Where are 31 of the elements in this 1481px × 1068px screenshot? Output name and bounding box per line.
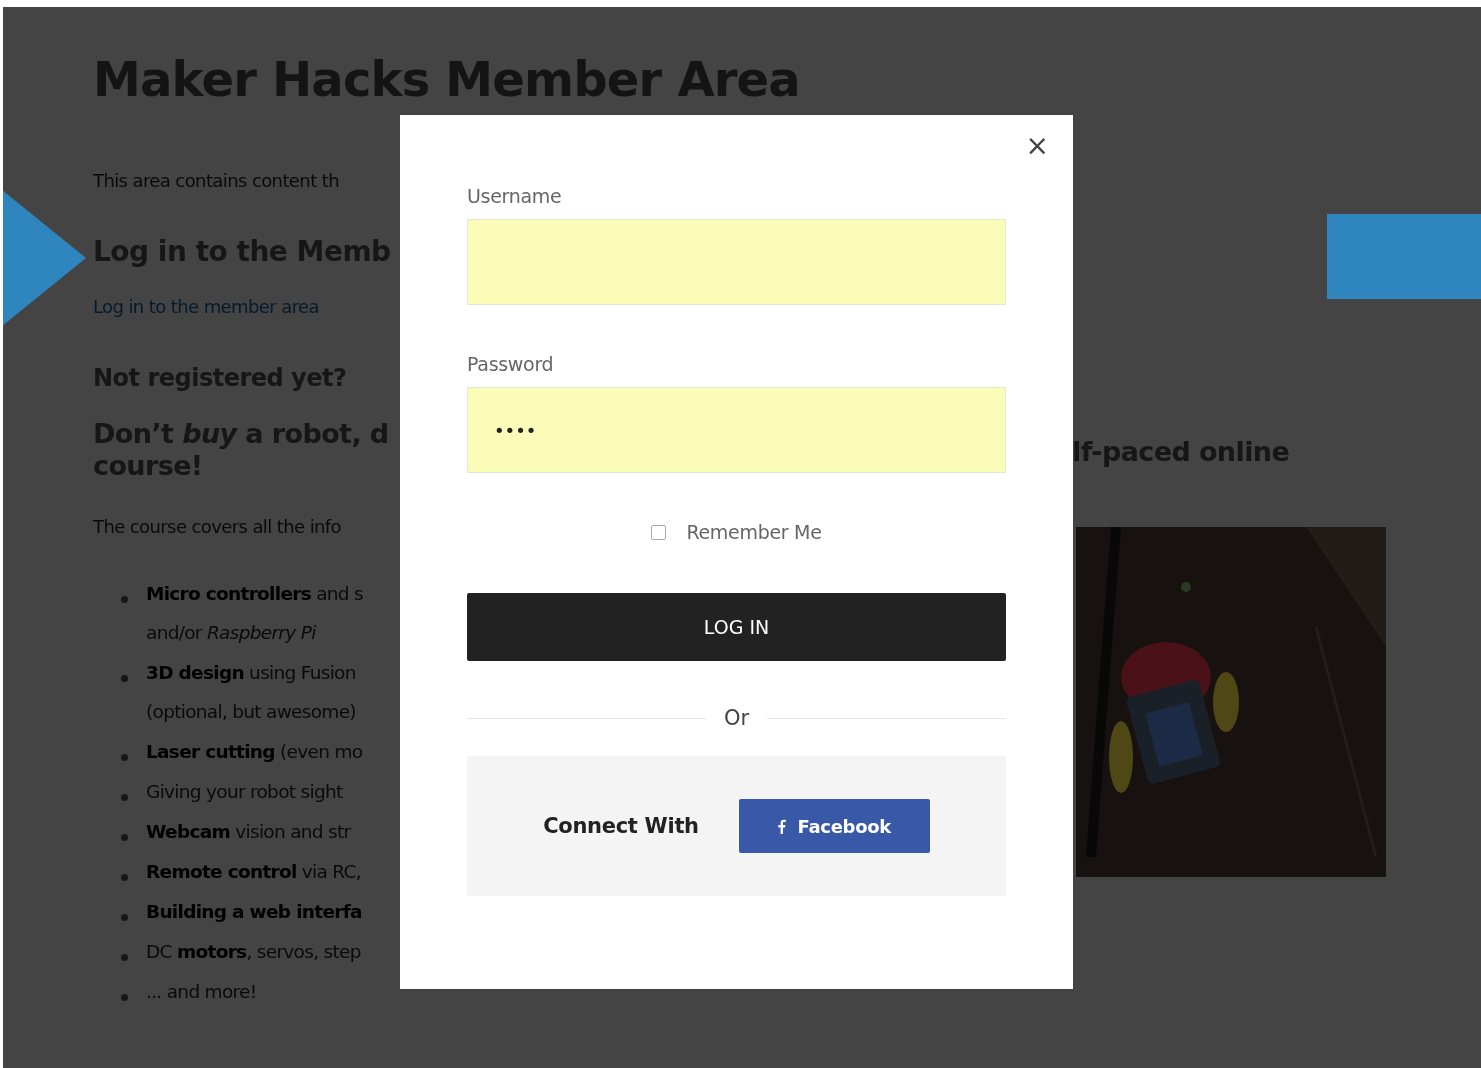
feature-item: 3D design using Fusion (optional, but awesome) xyxy=(146,661,356,724)
close-button[interactable]: × xyxy=(1019,129,1055,163)
login-button[interactable]: LOG IN xyxy=(467,593,1006,661)
intro-text: This area contains content th xyxy=(93,170,339,191)
field-label: Password xyxy=(467,353,554,375)
feature-item: Building a web interfa xyxy=(146,900,362,924)
checkbox[interactable] xyxy=(651,524,667,540)
course-text: The course covers all the info xyxy=(93,516,341,537)
feature-item: DC motors, servos, step xyxy=(146,940,361,964)
facebook-button[interactable]: Facebook xyxy=(738,799,930,853)
password-field[interactable]: •••• xyxy=(467,387,1006,473)
connect-label: Connect With xyxy=(543,814,699,838)
facebook-icon xyxy=(777,818,786,834)
bullet-icon xyxy=(121,675,128,682)
bullet-icon xyxy=(121,954,128,961)
bullet-icon xyxy=(121,794,128,801)
bullet-icon xyxy=(121,754,128,761)
feature-item: ... and more! xyxy=(146,980,257,1004)
field-label: Username xyxy=(467,185,562,207)
feature-item: Giving your robot sight xyxy=(146,780,343,804)
checkbox-label: Remember Me xyxy=(686,521,822,543)
bullet-icon xyxy=(121,994,128,1001)
bullet-icon xyxy=(121,596,128,603)
feature-item: Laser cutting (even mo xyxy=(146,740,363,764)
bullet-icon xyxy=(121,874,128,881)
bullet-icon xyxy=(121,834,128,841)
divider-label: Or xyxy=(723,706,750,730)
feature-item: Remote control via RC, xyxy=(146,860,361,884)
bullet-icon xyxy=(121,914,128,921)
username-field[interactable] xyxy=(467,219,1006,305)
feature-item: Webcam vision and str xyxy=(146,820,351,844)
